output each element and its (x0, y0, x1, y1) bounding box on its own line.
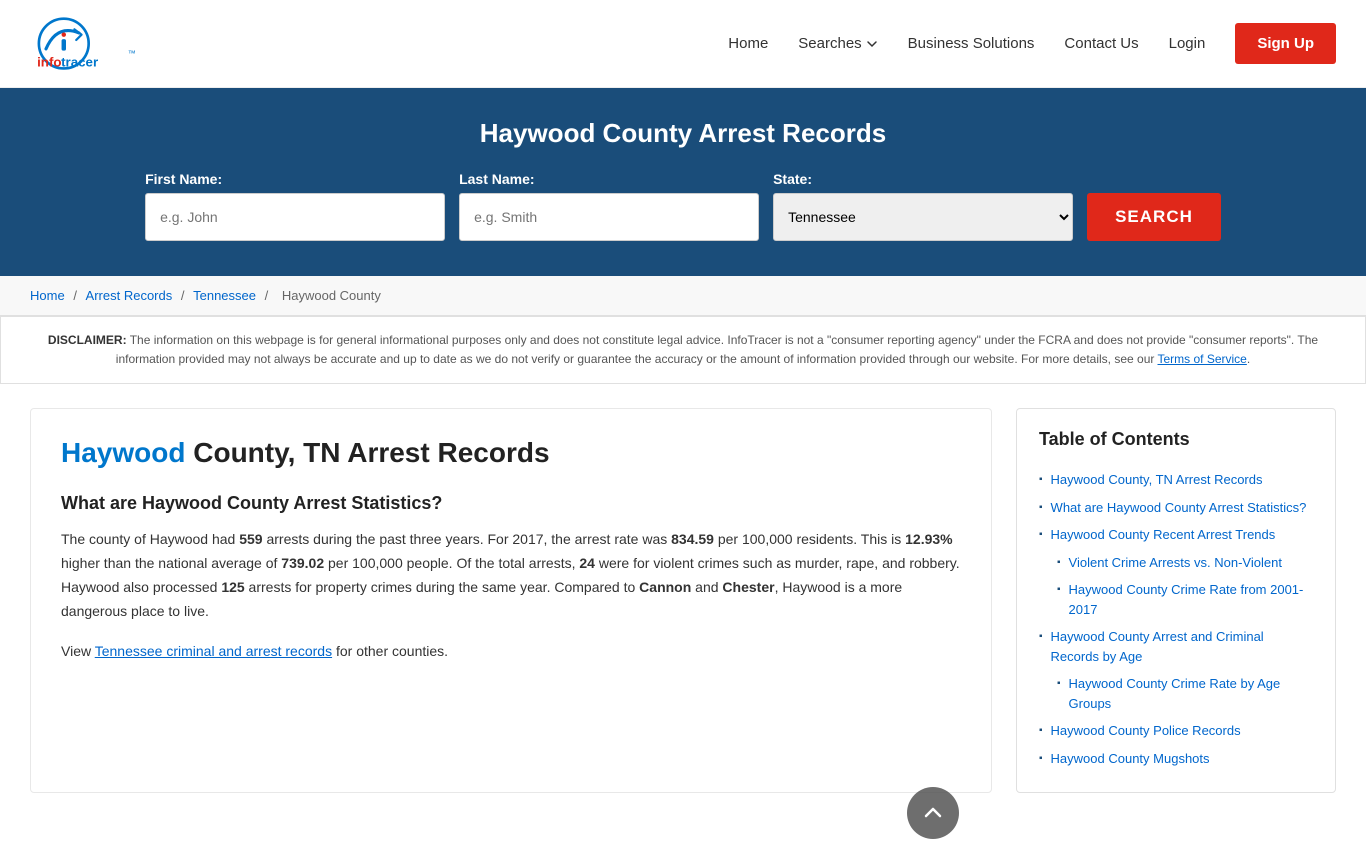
logo[interactable]: info tracer ™ (30, 14, 190, 74)
svg-text:™: ™ (128, 49, 136, 58)
article-title-rest: County, TN Arrest Records (185, 437, 549, 468)
search-button[interactable]: SEARCH (1087, 193, 1221, 241)
toc-container: Table of Contents ▪ Haywood County, TN Ar… (1016, 408, 1336, 793)
toc-list-item: ▪ Haywood County Crime Rate by Age Groups (1039, 670, 1313, 717)
main-content: Haywood County, TN Arrest Records What a… (0, 384, 1366, 817)
nav-searches[interactable]: Searches (798, 35, 877, 52)
article-title-highlight: Haywood (61, 437, 185, 468)
breadcrumb-home[interactable]: Home (30, 288, 65, 303)
toc-list-item: ▪ Haywood County Mugshots (1039, 745, 1313, 773)
toc-bullet-icon: ▪ (1039, 631, 1043, 642)
toc-title: Table of Contents (1039, 429, 1313, 450)
toc-link[interactable]: Haywood County Recent Arrest Trends (1051, 525, 1276, 545)
toc-bullet-icon: ▪ (1057, 584, 1061, 595)
terms-of-service-link[interactable]: Terms of Service (1158, 352, 1247, 366)
toc-link[interactable]: Haywood County Police Records (1051, 721, 1241, 741)
breadcrumb-arrest-records[interactable]: Arrest Records (86, 288, 173, 303)
breadcrumb-tennessee[interactable]: Tennessee (193, 288, 256, 303)
scroll-to-top-button[interactable] (907, 787, 959, 839)
svg-text:tracer: tracer (61, 54, 98, 69)
toc-list: ▪ Haywood County, TN Arrest Records ▪ What … (1039, 466, 1313, 772)
toc-list-item: ▪ Haywood County Crime Rate from 2001-201… (1039, 576, 1313, 623)
toc-bullet-icon: ▪ (1039, 753, 1043, 764)
state-select[interactable]: Alabama Alaska Arizona Arkansas Californ… (773, 193, 1073, 241)
article-paragraph1: The county of Haywood had 559 arrests du… (61, 528, 961, 623)
national-avg: 739.02 (281, 555, 324, 571)
nav-contact-us[interactable]: Contact Us (1064, 35, 1138, 52)
county1: Cannon (639, 579, 691, 595)
breadcrumb-separator-2: / (181, 288, 188, 303)
logo-svg: info tracer ™ (30, 14, 190, 74)
disclaimer-section: DISCLAIMER: The information on this webp… (0, 316, 1366, 384)
arrest-rate: 834.59 (671, 531, 714, 547)
toc-link[interactable]: Violent Crime Arrests vs. Non-Violent (1069, 553, 1282, 573)
disclaimer-label: DISCLAIMER: (48, 333, 127, 347)
toc-list-item: ▪ Haywood County Recent Arrest Trends (1039, 521, 1313, 549)
svg-text:info: info (37, 54, 61, 69)
first-name-label: First Name: (145, 171, 222, 187)
site-header: info tracer ™ Home Searches Business Sol… (0, 0, 1366, 88)
toc-list-item: ▪ Violent Crime Arrests vs. Non-Violent (1039, 549, 1313, 577)
toc-link[interactable]: Haywood County, TN Arrest Records (1051, 470, 1263, 490)
toc-link[interactable]: Haywood County Crime Rate by Age Groups (1069, 674, 1313, 713)
toc-link[interactable]: What are Haywood County Arrest Statistic… (1051, 498, 1307, 518)
last-name-group: Last Name: (459, 171, 759, 241)
table-of-contents-sidebar: Table of Contents ▪ Haywood County, TN Ar… (1016, 408, 1336, 793)
nav-login[interactable]: Login (1169, 35, 1206, 52)
tn-records-link[interactable]: Tennessee criminal and arrest records (95, 643, 332, 659)
toc-bullet-icon: ▪ (1057, 557, 1061, 568)
first-name-input[interactable] (145, 193, 445, 241)
breadcrumb-separator-3: / (265, 288, 272, 303)
toc-bullet-icon: ▪ (1057, 678, 1061, 689)
toc-list-item: ▪ What are Haywood County Arrest Statisti… (1039, 494, 1313, 522)
search-form: First Name: Last Name: State: Alabama Al… (20, 171, 1346, 241)
property-count: 125 (221, 579, 244, 595)
violent-count: 24 (579, 555, 595, 571)
breadcrumb-haywood-county: Haywood County (282, 288, 381, 303)
hero-section: Haywood County Arrest Records First Name… (0, 88, 1366, 276)
toc-bullet-icon: ▪ (1039, 529, 1043, 540)
state-label: State: (773, 171, 812, 187)
disclaimer-period: . (1247, 352, 1250, 366)
nav-home[interactable]: Home (728, 35, 768, 52)
nav-business-solutions[interactable]: Business Solutions (908, 35, 1035, 52)
toc-list-item: ▪ Haywood County Arrest and Criminal Reco… (1039, 623, 1313, 670)
last-name-label: Last Name: (459, 171, 534, 187)
toc-link[interactable]: Haywood County Mugshots (1051, 749, 1210, 769)
toc-bullet-icon: ▪ (1039, 474, 1043, 485)
arrests-count: 559 (239, 531, 262, 547)
toc-bullet-icon: ▪ (1039, 725, 1043, 736)
state-group: State: Alabama Alaska Arizona Arkansas C… (773, 171, 1073, 241)
hero-title: Haywood County Arrest Records (20, 118, 1346, 149)
toc-link[interactable]: Haywood County Arrest and Criminal Recor… (1051, 627, 1313, 666)
article-paragraph2: View Tennessee criminal and arrest recor… (61, 640, 961, 664)
breadcrumb: Home / Arrest Records / Tennessee / Hayw… (0, 276, 1366, 316)
main-nav: Home Searches Business Solutions Contact… (728, 23, 1336, 64)
higher-pct: 12.93% (905, 531, 952, 547)
signup-button[interactable]: Sign Up (1235, 23, 1336, 64)
toc-list-item: ▪ Haywood County Police Records (1039, 717, 1313, 745)
disclaimer-text: The information on this webpage is for g… (116, 333, 1318, 366)
toc-bullet-icon: ▪ (1039, 502, 1043, 513)
chevron-up-icon (922, 802, 944, 824)
article-title: Haywood County, TN Arrest Records (61, 437, 961, 469)
county2: Chester (722, 579, 774, 595)
toc-link[interactable]: Haywood County Crime Rate from 2001-2017 (1069, 580, 1313, 619)
last-name-input[interactable] (459, 193, 759, 241)
first-name-group: First Name: (145, 171, 445, 241)
chevron-down-icon (866, 38, 878, 50)
article-section: Haywood County, TN Arrest Records What a… (30, 408, 992, 793)
section1-heading: What are Haywood County Arrest Statistic… (61, 493, 961, 514)
toc-list-item: ▪ Haywood County, TN Arrest Records (1039, 466, 1313, 494)
breadcrumb-separator-1: / (73, 288, 80, 303)
